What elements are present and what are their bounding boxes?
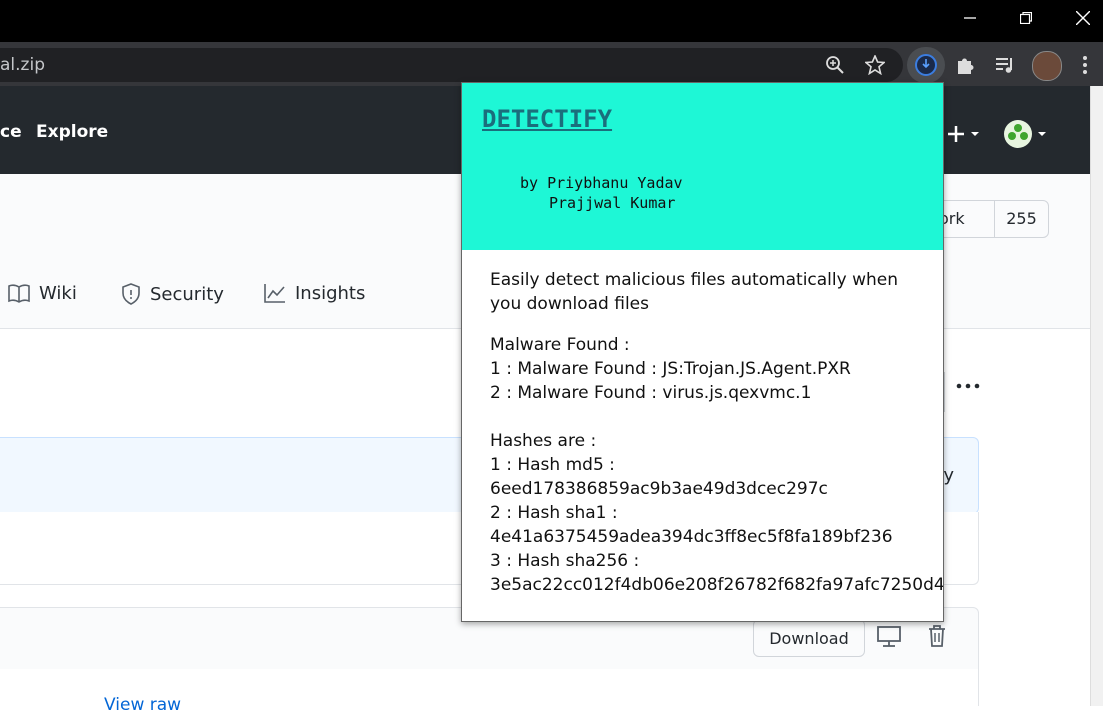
hash-label-sha1: 2 : Hash sha1 : (490, 503, 618, 523)
address-text[interactable]: al.zip (0, 55, 45, 75)
trash-icon[interactable] (926, 624, 948, 648)
hash-label-md5: 1 : Hash md5 : (490, 455, 615, 475)
hash-label-sha256: 3 : Hash sha256 : (490, 551, 640, 571)
hashes-header: Hashes are : (490, 431, 597, 451)
malware-header: Malware Found : (490, 335, 630, 355)
hash-value-sha256: 3e5ac22cc012f4db06e208f26782f682fa97afc7… (490, 575, 944, 595)
tab-wiki-label: Wiki (39, 282, 77, 304)
popup-header: DETECTIFY by Priybhanu Yadav Prajjwal Ku… (462, 83, 943, 250)
media-control-icon[interactable] (990, 50, 1020, 80)
book-icon (8, 284, 30, 303)
address-bar[interactable] (0, 48, 903, 82)
page-scrollbar[interactable] (1090, 86, 1103, 706)
file-body: View raw (0, 669, 979, 715)
credit-line-1: by Priybhanu Yadav (520, 174, 683, 192)
restore-icon[interactable] (1003, 0, 1049, 36)
create-new-button[interactable] (946, 120, 982, 148)
nav-explore-link[interactable]: Explore (36, 122, 108, 142)
tab-wiki[interactable]: Wiki (7, 282, 77, 304)
more-options-icon[interactable] (955, 376, 983, 396)
zoom-icon[interactable] (820, 50, 850, 80)
detectify-popup: DETECTIFY by Priybhanu Yadav Prajjwal Ku… (461, 82, 944, 622)
minimize-icon[interactable] (947, 0, 993, 36)
malware-item: 1 : Malware Found : JS:Trojan.JS.Agent.P… (490, 359, 851, 379)
malware-item: 2 : Malware Found : virus.js.qexvmc.1 (490, 383, 812, 403)
window-titlebar (0, 0, 1103, 42)
star-icon[interactable] (860, 50, 890, 80)
view-raw-link[interactable]: View raw (104, 695, 181, 715)
user-menu-button[interactable] (1002, 118, 1050, 150)
button-edge (944, 372, 945, 412)
hash-value-md5: 6eed178386859ac9b3ae49d3dcec297c (490, 479, 828, 499)
shield-icon (122, 283, 140, 305)
graph-icon (264, 284, 285, 303)
fork-button[interactable]: ork 255 (930, 200, 1049, 238)
popup-body: Easily detect malicious files automatica… (490, 268, 944, 597)
download-button[interactable]: Download (753, 619, 865, 657)
tab-insights-label: Insights (295, 282, 366, 304)
popup-title: DETECTIFY (482, 105, 613, 133)
popup-description: Easily detect malicious files automatica… (490, 270, 899, 314)
menu-kebab-icon[interactable] (1070, 50, 1100, 80)
tab-security[interactable]: Security (120, 282, 224, 306)
extension-detectify-icon[interactable] (911, 50, 941, 80)
close-icon[interactable] (1060, 0, 1103, 36)
tab-insights[interactable]: Insights (263, 282, 365, 304)
plus-icon (948, 126, 979, 142)
nav-marketplace-link[interactable]: ce (0, 122, 22, 142)
profile-avatar[interactable] (1032, 51, 1062, 81)
hash-value-sha1: 4e41a6375459adea394dc3ff8ec5f8fa189bf236 (490, 527, 893, 547)
fork-count[interactable]: 255 (994, 201, 1048, 237)
puzzle-icon[interactable] (950, 50, 980, 80)
credit-line-2: Prajjwal Kumar (549, 194, 676, 212)
tab-security-label: Security (150, 283, 224, 305)
display-icon[interactable] (876, 625, 902, 649)
